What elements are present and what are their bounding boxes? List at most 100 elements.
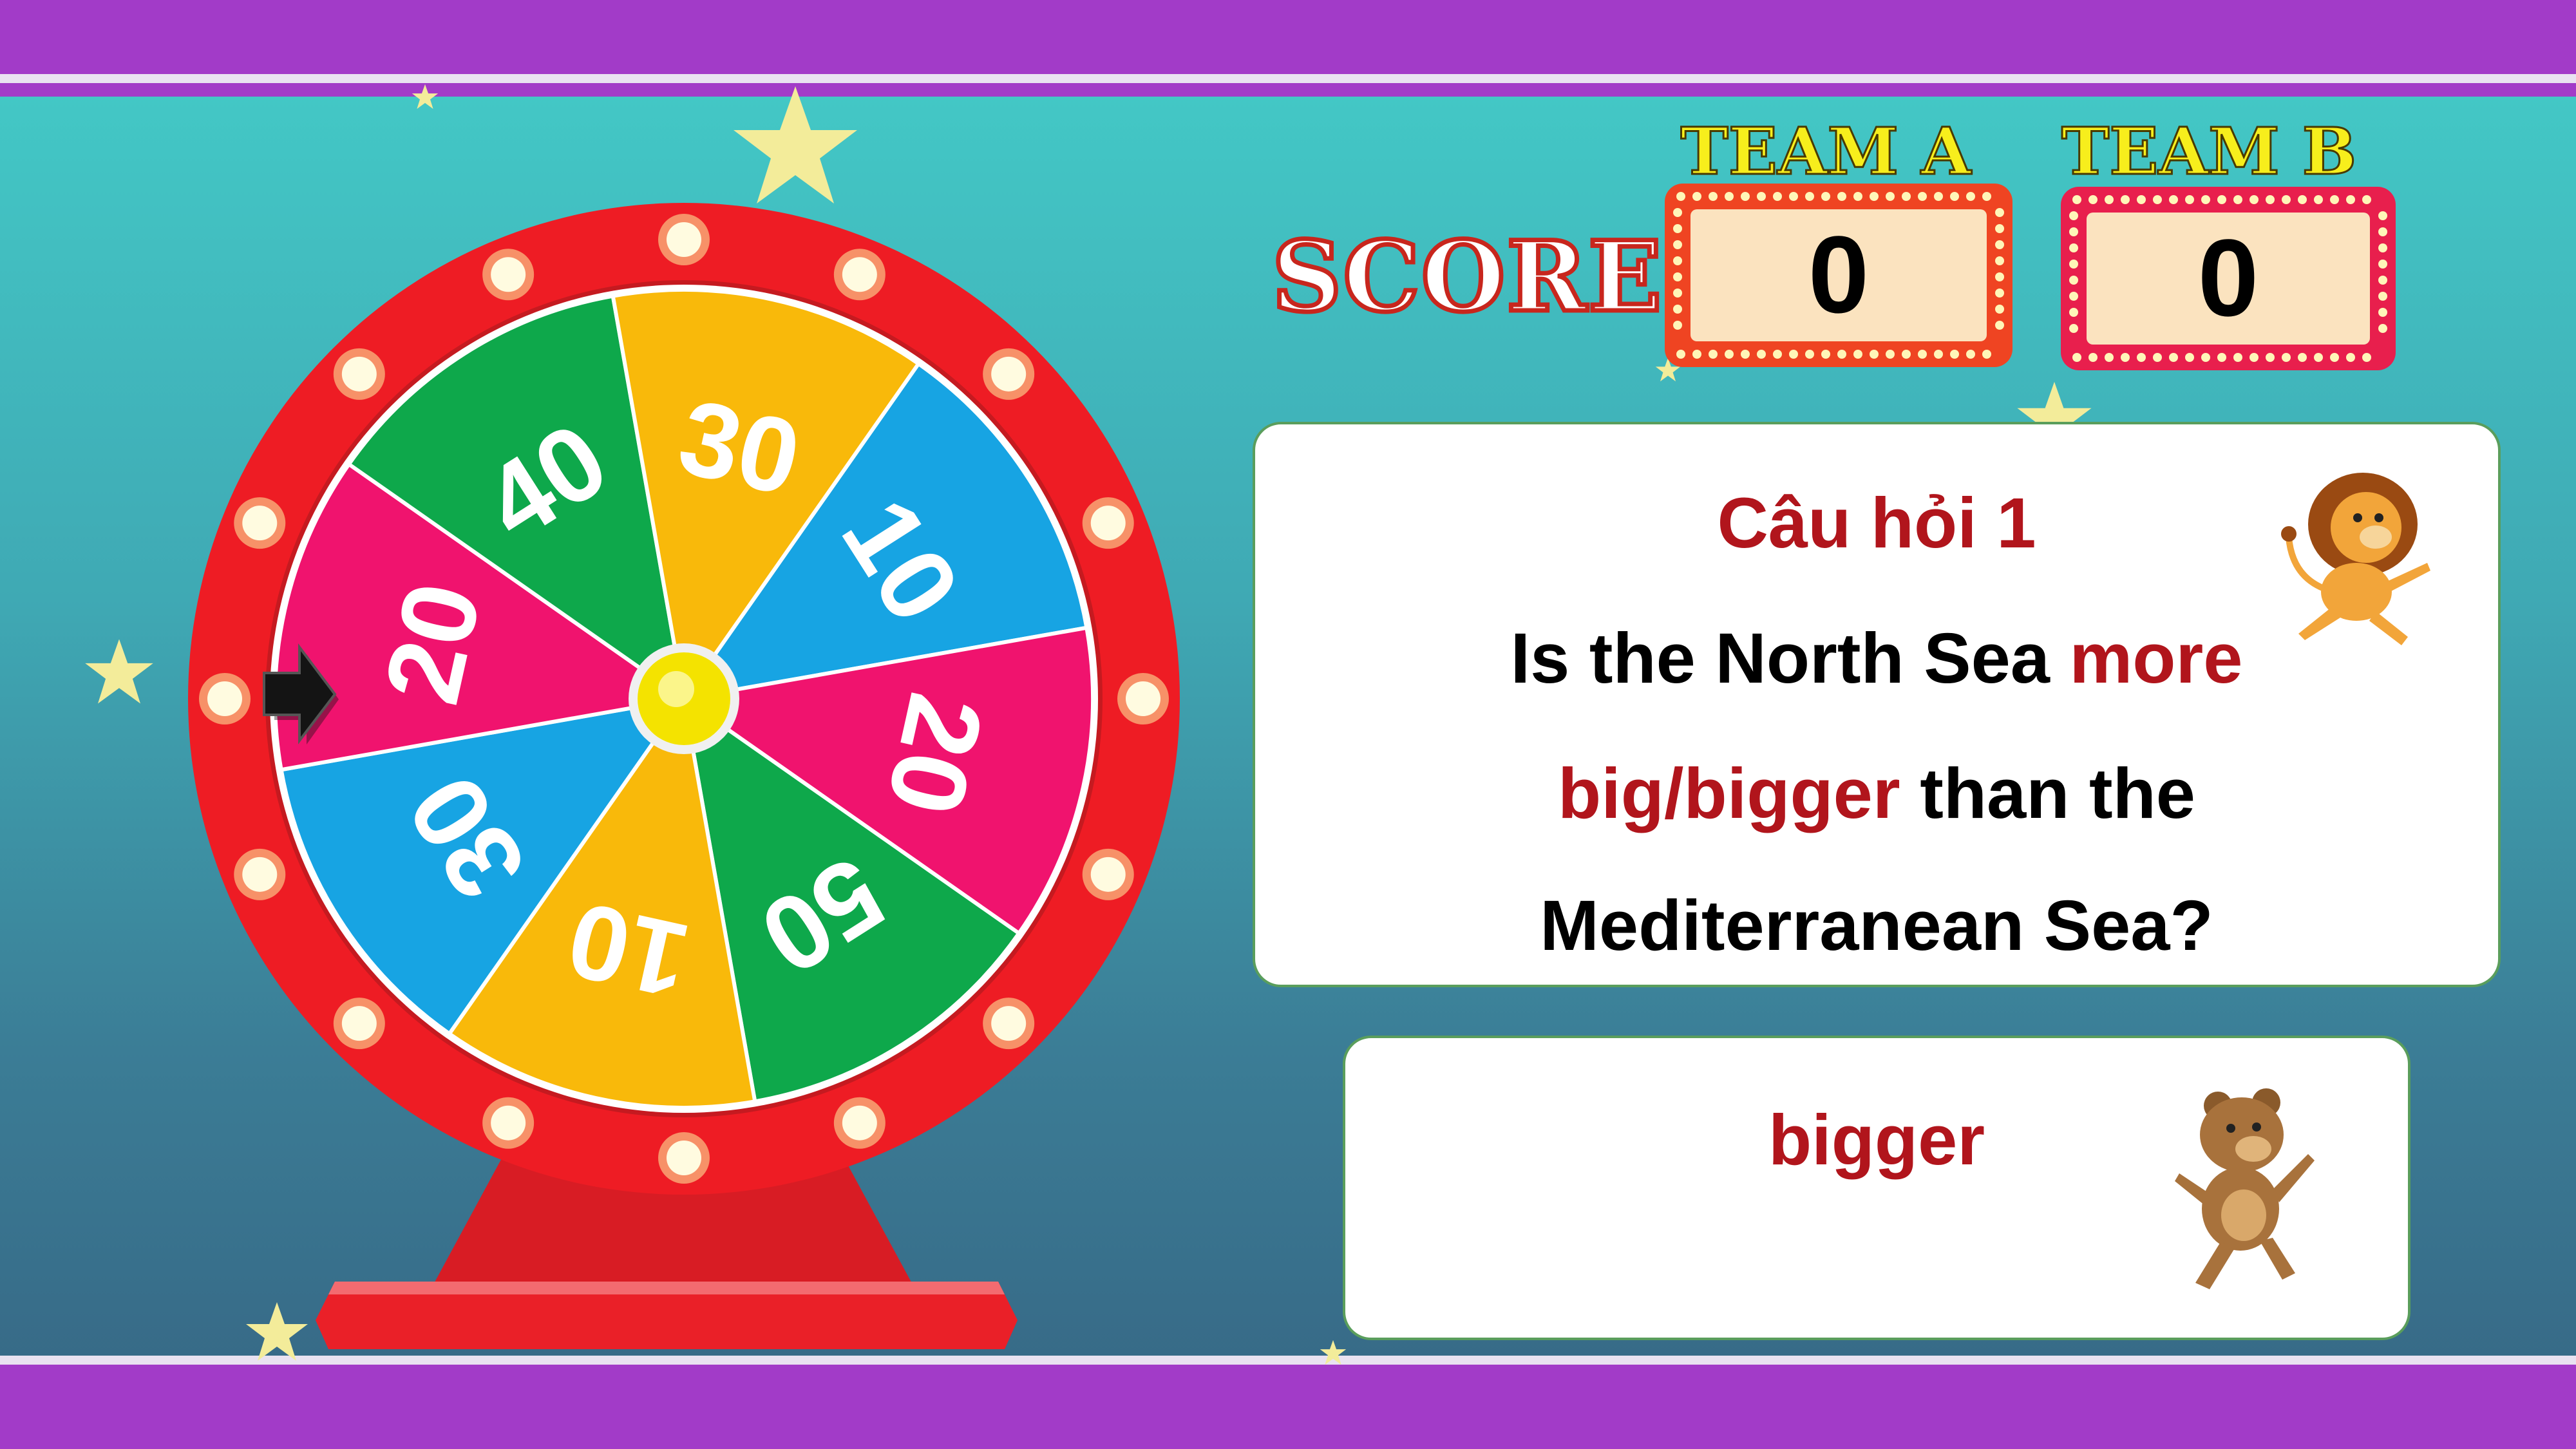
- marquee-light: [1789, 192, 1798, 201]
- marquee-light: [1934, 350, 1943, 359]
- marquee-light: [2072, 353, 2081, 362]
- marquee-light: [1757, 192, 1766, 201]
- marquee-light: [1692, 192, 1701, 201]
- marquee-light: [1995, 305, 2004, 314]
- wheel-segment-label: 30: [669, 377, 810, 518]
- marquee-light: [1692, 350, 1701, 359]
- marquee-light: [1982, 192, 1991, 201]
- marquee-light: [1673, 208, 1682, 217]
- wheel-bulb: [667, 222, 701, 257]
- marquee-light: [2233, 195, 2242, 204]
- marquee-light: [1673, 305, 1682, 314]
- marquee-light: [2069, 260, 2078, 269]
- marquee-light: [1886, 192, 1895, 201]
- question-line-2: big/bigger than the: [1558, 754, 2195, 833]
- marquee-light: [2362, 195, 2371, 204]
- marquee-light: [2088, 195, 2098, 204]
- marquee-light: [1853, 350, 1862, 359]
- marquee-light: [2169, 195, 2178, 204]
- marquee-light: [1673, 289, 1682, 298]
- marquee-light: [1966, 192, 1975, 201]
- marquee-light: [1918, 192, 1927, 201]
- marquee-light: [2121, 195, 2130, 204]
- bear-icon: [2175, 1088, 2315, 1289]
- marquee-light: [2169, 353, 2178, 362]
- marquee-light: [1837, 192, 1846, 201]
- marquee-light: [2069, 308, 2078, 317]
- team-b-label: TEAM B: [2060, 113, 2357, 191]
- marquee-light: [2153, 353, 2162, 362]
- marquee-light: [1673, 256, 1682, 265]
- team-b-score: 0: [2087, 213, 2370, 345]
- marquee-light: [1918, 350, 1927, 359]
- wheel-bulb: [842, 1105, 877, 1141]
- marquee-light: [2069, 292, 2078, 301]
- marquee-light: [2069, 211, 2078, 220]
- marquee-light: [2330, 353, 2339, 362]
- marquee-light: [1725, 350, 1734, 359]
- wheel-bulb: [341, 1006, 377, 1041]
- spin-wheel[interactable]: 10205010302040 30: [161, 180, 1217, 1359]
- marquee-light: [2069, 227, 2078, 236]
- top-banner-edge: [0, 74, 2576, 83]
- marquee-light: [1995, 208, 2004, 217]
- marquee-light: [1709, 350, 1718, 359]
- marquee-light: [2346, 353, 2355, 362]
- marquee-light: [1741, 192, 1750, 201]
- marquee-light: [2249, 195, 2259, 204]
- marquee-light: [1870, 350, 1879, 359]
- marquee-light: [1676, 192, 1685, 201]
- star-icon: [85, 639, 153, 704]
- marquee-light: [1709, 192, 1718, 201]
- marquee-light: [1725, 192, 1734, 201]
- marquee-light: [1821, 350, 1830, 359]
- marquee-light: [2217, 353, 2226, 362]
- marquee-light: [1995, 256, 2004, 265]
- marquee-light: [1676, 350, 1685, 359]
- marquee-light: [2378, 260, 2387, 269]
- marquee-light: [1773, 350, 1782, 359]
- lion-icon: [2281, 473, 2430, 645]
- marquee-light: [1886, 350, 1895, 359]
- marquee-light: [2378, 243, 2387, 252]
- star-icon: [412, 84, 439, 109]
- marquee-light: [2378, 211, 2387, 220]
- marquee-light: [2233, 353, 2242, 362]
- marquee-light: [2314, 353, 2323, 362]
- marquee-light: [2105, 195, 2114, 204]
- marquee-light: [2346, 195, 2355, 204]
- marquee-light: [2266, 353, 2275, 362]
- marquee-light: [2201, 195, 2210, 204]
- marquee-light: [1982, 350, 1991, 359]
- marquee-light: [2249, 353, 2259, 362]
- marquee-light: [2069, 324, 2078, 333]
- marquee-light: [2266, 195, 2275, 204]
- wheel-bulb: [667, 1141, 701, 1175]
- marquee-light: [2153, 195, 2162, 204]
- marquee-light: [1789, 350, 1798, 359]
- marquee-light: [1870, 192, 1879, 201]
- wheel-bulb: [242, 506, 278, 541]
- team-b-score-box[interactable]: 0: [2061, 187, 2396, 370]
- wheel-bulb: [242, 857, 278, 892]
- marquee-light: [2185, 353, 2194, 362]
- marquee-light: [1673, 224, 1682, 233]
- wheel-bulb: [207, 681, 242, 716]
- marquee-light: [2378, 308, 2387, 317]
- wheel-bulb: [1126, 681, 1160, 716]
- answer-panel[interactable]: bigger: [1343, 1036, 2410, 1340]
- marquee-light: [1673, 272, 1682, 281]
- team-a-score: 0: [1690, 209, 1987, 341]
- marquee-light: [1673, 240, 1682, 249]
- marquee-light: [2362, 353, 2371, 362]
- marquee-light: [2378, 227, 2387, 236]
- wheel-bulb: [1090, 506, 1126, 541]
- wheel-segment-label: 20: [362, 573, 503, 714]
- team-a-score-box[interactable]: 0: [1665, 184, 2012, 367]
- marquee-light: [2217, 195, 2226, 204]
- wheel-bulb: [341, 356, 377, 392]
- wheel-bulb: [842, 257, 877, 292]
- bottom-banner: [0, 1362, 2576, 1449]
- marquee-light: [1773, 192, 1782, 201]
- marquee-light: [1741, 350, 1750, 359]
